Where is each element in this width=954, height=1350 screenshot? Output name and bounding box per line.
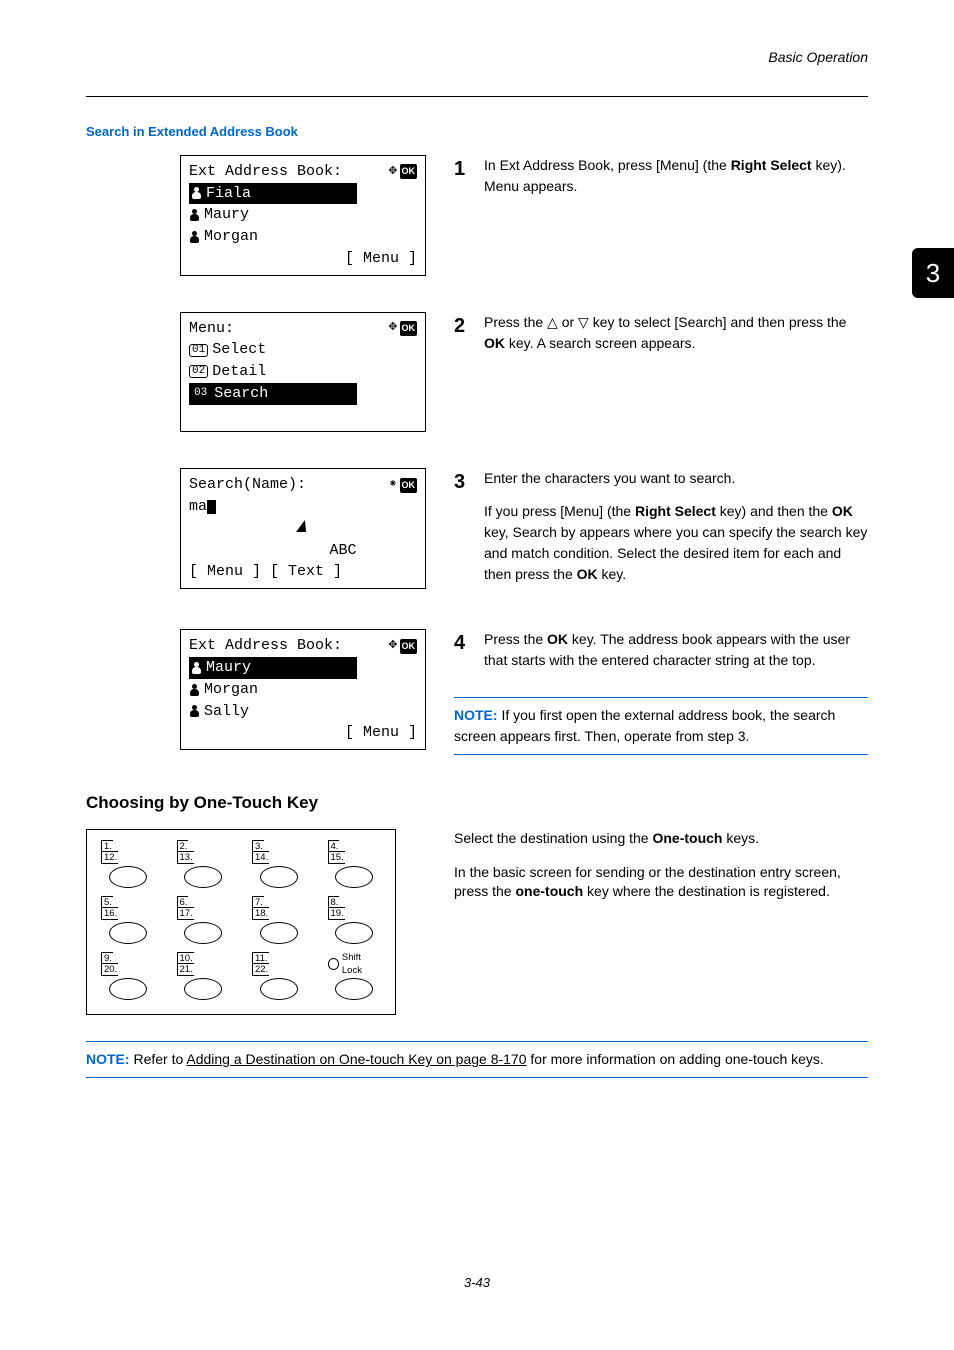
one-touch-key[interactable] [184,922,222,944]
step-2-number: 2 [454,312,484,340]
nav-ok-icon: ⁕OK [388,477,417,493]
one-touch-key[interactable] [335,922,373,944]
onetouch-description: Select the destination using the One-tou… [454,829,868,902]
lcd3-softkeys: [ Menu ] [ Text ] [189,561,342,583]
lcd1-item-2: Morgan [204,226,258,248]
one-touch-key[interactable] [109,978,147,1000]
one-touch-key[interactable] [335,866,373,888]
note-1: NOTE: If you first open the external add… [454,697,868,755]
nav-ok-icon: ✥OK [388,638,417,654]
kp-label: 16. [101,907,118,920]
person-icon [191,662,202,674]
lcd3-input: ma [189,496,207,518]
shift-lock-key[interactable] [335,978,373,1000]
lcd-screen-2: Menu: ✥OK 01 Select 02 Detail 03 Search [180,312,426,433]
menu-badge-01: 01 [189,344,208,357]
lcd4-item-0: Maury [206,657,251,679]
lcd4-item-2: Sally [204,701,249,723]
lcd2-item-0: Select [212,339,266,361]
lcd3-title: Search(Name): [189,474,306,496]
one-touch-keypad: 1.12. 2.13. 3.14. 4.15. 5.16. 6.17. 7.18… [86,829,396,1015]
page-number: 3-43 [0,1274,954,1292]
person-icon [189,209,200,221]
kp-label: 20. [101,963,118,976]
kp-label: 12. [101,851,118,864]
kp-label: 22. [252,963,269,976]
chapter-tab: 3 [912,248,954,298]
kp-label: 13. [177,851,194,864]
shift-lock-label: Shift Lock [342,951,381,978]
text-cursor [207,500,216,514]
one-touch-key[interactable] [260,922,298,944]
lcd-screen-3: Search(Name): ⁕OK ma ABC [ Menu ] [ Text… [180,468,426,589]
section-heading: Search in Extended Address Book [86,123,868,141]
nav-ok-icon: ✥OK [388,164,417,180]
shift-lock-led [328,958,339,970]
person-icon [189,705,200,717]
lcd3-mode: ABC [329,540,356,562]
step-3-number: 3 [454,468,484,496]
step-2-body: Press the △ or ▽ key to select [Search] … [484,312,868,366]
lcd4-item-1: Morgan [204,679,258,701]
header-rule [86,96,868,97]
one-touch-key[interactable] [260,978,298,1000]
kp-label: 15. [328,851,345,864]
lcd-screen-1: Ext Address Book: ✥OK Fiala Maury Morgan… [180,155,426,276]
one-touch-key[interactable] [260,866,298,888]
lcd2-title: Menu: [189,318,234,340]
subheading-onetouch: Choosing by One-Touch Key [86,791,868,815]
step-4-number: 4 [454,629,484,657]
lcd4-title: Ext Address Book: [189,635,342,657]
person-icon [189,231,200,243]
menu-badge-02: 02 [189,365,208,378]
lcd4-softkey: [ Menu ] [345,722,417,744]
person-icon [191,187,202,199]
lcd-screen-4: Ext Address Book: ✥OK Maury Morgan Sally… [180,629,426,750]
kp-label: 21. [177,963,194,976]
one-touch-key[interactable] [184,978,222,1000]
nav-ok-icon: ✥OK [388,320,417,336]
note-2: NOTE: Refer to Adding a Destination on O… [86,1041,868,1078]
cross-ref-link[interactable]: Adding a Destination on One-touch Key on… [186,1051,526,1067]
chapter-header: Basic Operation [86,48,868,68]
signal-icon [296,520,310,532]
lcd1-softkey: [ Menu ] [345,248,417,270]
lcd2-item-1: Detail [212,361,266,383]
one-touch-key[interactable] [109,922,147,944]
lcd2-item-2: Search [214,383,268,405]
kp-label: 19. [328,907,345,920]
person-icon [189,684,200,696]
lcd1-title: Ext Address Book: [189,161,342,183]
menu-badge-03: 03 [191,387,210,400]
lcd1-item-0: Fiala [206,183,251,205]
step-4-body: Press the OK key. The address book appea… [484,629,868,683]
step-1-number: 1 [454,155,484,183]
kp-label: 17. [177,907,194,920]
kp-label: 18. [252,907,269,920]
one-touch-key[interactable] [184,866,222,888]
step-3-body: Enter the characters you want to search.… [484,468,868,597]
step-1-body: In Ext Address Book, press [Menu] (the R… [484,155,868,209]
lcd1-item-1: Maury [204,204,249,226]
one-touch-key[interactable] [109,866,147,888]
kp-label: 14. [252,851,269,864]
